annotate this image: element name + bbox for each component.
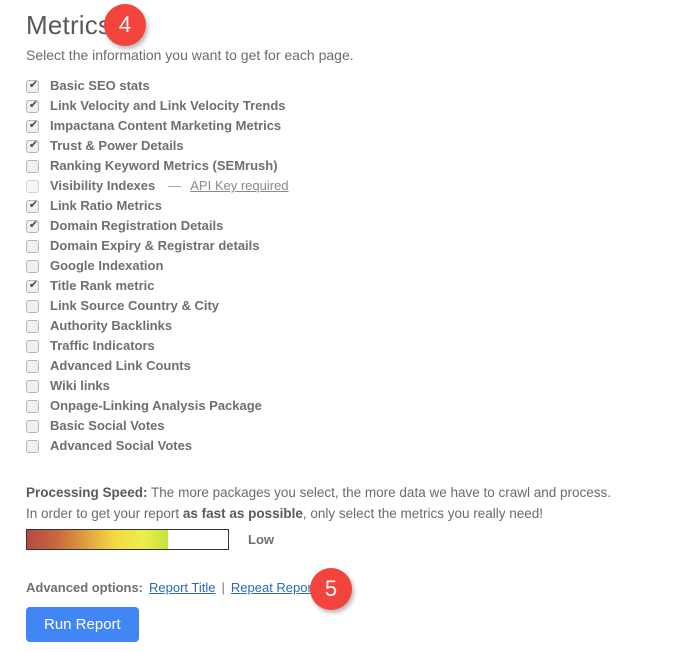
metric-row[interactable]: Link Velocity and Link Velocity Trends [26, 96, 546, 116]
metric-label: Advanced Link Counts [50, 358, 191, 373]
page-subtitle: Select the information you want to get f… [26, 47, 354, 63]
checkbox-checked-icon[interactable] [26, 278, 40, 293]
metric-label: Wiki links [50, 378, 110, 393]
checkbox-unchecked-icon[interactable] [26, 439, 39, 453]
metric-label: Link Ratio Metrics [50, 198, 162, 213]
processing-speed-line-1: Processing Speed: The more packages you … [26, 482, 626, 503]
metric-row[interactable]: Trust & Power Details [26, 136, 546, 156]
metric-row[interactable]: Domain Expiry & Registrar details [26, 236, 546, 256]
processing-speed-gauge [26, 529, 229, 550]
processing-speed-line-1-text: The more packages you select, the more d… [147, 485, 612, 500]
checkbox-unchecked-icon[interactable] [26, 399, 39, 413]
checkbox-unchecked-icon[interactable] [26, 359, 39, 373]
checkbox-unchecked-icon[interactable] [26, 339, 39, 353]
metric-row[interactable]: Onpage-Linking Analysis Package [26, 396, 546, 416]
processing-speed-heading: Processing Speed: [26, 485, 148, 500]
advanced-options-label: Advanced options: [26, 580, 144, 595]
processing-speed-emphasis: as fast as possible [182, 506, 303, 521]
checkbox-unchecked-icon [26, 179, 39, 193]
checkbox-unchecked-icon[interactable] [26, 159, 39, 173]
metric-row[interactable]: Domain Registration Details [26, 216, 546, 236]
metric-row[interactable]: Ranking Keyword Metrics (SEMrush) [26, 156, 546, 176]
metric-label: Domain Expiry & Registrar details [50, 238, 260, 253]
checkbox-unchecked-icon[interactable] [26, 379, 39, 393]
checkbox-checked-icon[interactable] [26, 218, 40, 233]
repeat-report-link[interactable]: Repeat Report [231, 579, 316, 596]
metrics-panel: Metrics 4 Select the information you wan… [0, 0, 698, 652]
page-title: Metrics [26, 10, 112, 40]
metric-row[interactable]: Link Source Country & City [26, 296, 546, 316]
step-badge-4: 4 [104, 4, 146, 46]
metric-row[interactable]: Link Ratio Metrics [26, 196, 546, 216]
checkbox-unchecked-icon[interactable] [26, 299, 39, 313]
metric-label: Visibility Indexes [50, 178, 156, 193]
step-badge-5: 5 [310, 568, 352, 610]
metric-label: Advanced Social Votes [50, 438, 193, 453]
checkbox-unchecked-icon[interactable] [26, 319, 39, 333]
page-title-row: Metrics [26, 8, 111, 42]
metric-row[interactable]: Wiki links [26, 376, 546, 396]
run-report-button[interactable]: Run Report [26, 607, 139, 642]
metric-row[interactable]: Authority Backlinks [26, 316, 546, 336]
metric-label: Link Velocity and Link Velocity Trends [50, 98, 286, 113]
checkbox-unchecked-icon[interactable] [26, 259, 39, 273]
processing-speed-gauge-row: Low [26, 529, 274, 550]
checkbox-unchecked-icon[interactable] [26, 239, 39, 253]
metric-label: Impactana Content Marketing Metrics [50, 118, 282, 133]
metric-label: Basic Social Votes [50, 418, 165, 433]
metric-row[interactable]: Visibility Indexes — API Key required [26, 176, 546, 196]
checkbox-checked-icon[interactable] [26, 138, 40, 153]
report-title-link[interactable]: Report Title [149, 579, 215, 596]
metric-label: Basic SEO stats [50, 78, 150, 93]
metric-row[interactable]: Basic Social Votes [26, 416, 546, 436]
metric-label: Trust & Power Details [50, 138, 184, 153]
metric-label: Traffic Indicators [50, 338, 155, 353]
processing-speed-gauge-fill [27, 530, 168, 549]
checkbox-checked-icon[interactable] [26, 78, 40, 93]
api-key-required-link[interactable]: API Key required [190, 178, 288, 194]
metric-label: Link Source Country & City [50, 298, 220, 313]
metric-row[interactable]: Traffic Indicators [26, 336, 546, 356]
metric-label: Domain Registration Details [50, 218, 224, 233]
checkbox-checked-icon[interactable] [26, 198, 40, 213]
metrics-checkbox-list: Basic SEO stats Link Velocity and Link Ve… [26, 76, 546, 456]
advanced-options-separator: | [221, 580, 225, 595]
advanced-options-row: Advanced options: Report Title | Repeat … [26, 579, 315, 596]
metric-label: Google Indexation [50, 258, 164, 273]
metric-row[interactable]: Title Rank metric [26, 276, 546, 296]
metric-note-dash: — [168, 178, 182, 193]
metric-row[interactable]: Impactana Content Marketing Metrics [26, 116, 546, 136]
metric-row[interactable]: Advanced Link Counts [26, 356, 546, 376]
processing-speed-level-label: Low [248, 531, 274, 547]
metric-label: Authority Backlinks [50, 318, 173, 333]
metric-label: Ranking Keyword Metrics (SEMrush) [50, 158, 278, 173]
processing-speed-line-2: In order to get your report as fast as p… [26, 503, 626, 524]
processing-speed-line-2-pre: In order to get your report [26, 506, 183, 521]
metric-row[interactable]: Basic SEO stats [26, 76, 546, 96]
processing-speed-text: Processing Speed: The more packages you … [26, 482, 626, 524]
metric-label: Title Rank metric [50, 278, 155, 293]
metric-row[interactable]: Google Indexation [26, 256, 546, 276]
checkbox-checked-icon[interactable] [26, 98, 40, 113]
metric-label: Onpage-Linking Analysis Package [50, 398, 262, 413]
checkbox-checked-icon[interactable] [26, 118, 40, 133]
checkbox-unchecked-icon[interactable] [26, 419, 39, 433]
metric-row[interactable]: Advanced Social Votes [26, 436, 546, 456]
processing-speed-line-2-post: , only select the metrics you really nee… [302, 506, 544, 521]
